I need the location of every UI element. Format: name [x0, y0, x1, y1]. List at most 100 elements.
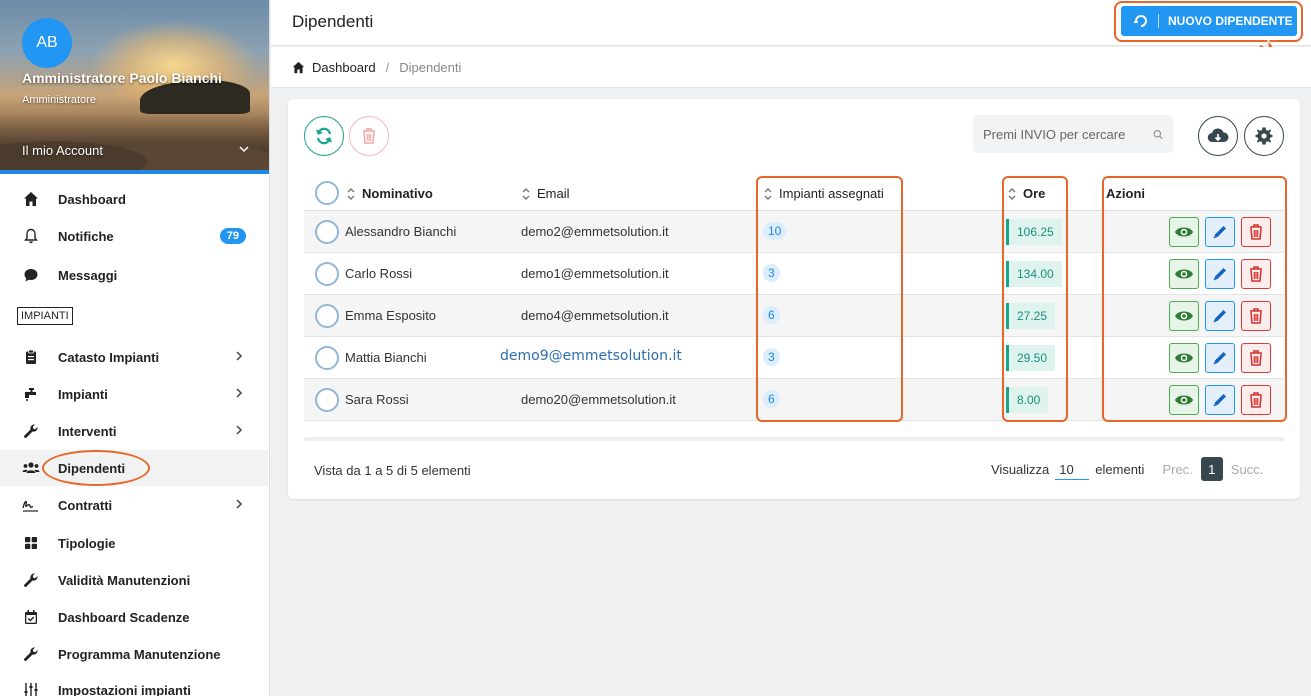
add-user-icon [1134, 15, 1147, 27]
download-button[interactable] [1198, 116, 1238, 156]
view-button[interactable] [1169, 301, 1199, 331]
avatar[interactable]: AB [22, 18, 72, 68]
view-button[interactable] [1169, 343, 1199, 373]
chevron-right-icon [236, 499, 243, 509]
my-account-label: Il mio Account [22, 143, 103, 158]
column-header-email[interactable]: Email [521, 186, 570, 201]
prev-page-button[interactable]: Prec. [1162, 462, 1192, 477]
sidebar-item-label: Impianti [58, 386, 108, 402]
page-size-unit: elementi [1095, 461, 1145, 477]
search-icon [1153, 129, 1163, 139]
delete-button[interactable] [1241, 385, 1271, 415]
profile-name: Amministratore Paolo Bianchi [22, 70, 222, 86]
cell-impianti-badge: 6 [763, 306, 780, 324]
sidebar-item-notifiche[interactable]: Notifiche 79 [0, 218, 268, 254]
section-label-impianti: IMPIANTI [17, 307, 73, 325]
chat-icon [22, 266, 40, 284]
sidebar-item-dipendenti[interactable]: Dipendenti [0, 450, 268, 486]
sidebar-item-programma-manutenzione[interactable]: Programma Manutenzione [0, 636, 268, 672]
breadcrumb-current: Dipendenti [399, 59, 462, 75]
select-all-radio[interactable] [315, 181, 339, 205]
table-row: Sara Rossi demo20@emmetsolution.it 6 8.0… [304, 379, 1284, 421]
pagination-controls: Visualizza elementi Prec. 1 Succ. [991, 457, 1263, 481]
edit-button[interactable] [1205, 343, 1235, 373]
sidebar-item-label: Tipologie [58, 535, 116, 551]
trash-icon [1250, 392, 1262, 408]
row-select-radio[interactable] [315, 262, 339, 286]
trash-icon [1250, 308, 1262, 324]
delete-button[interactable] [1241, 343, 1271, 373]
view-button[interactable] [1169, 259, 1199, 289]
sidebar-item-validita-manutenzioni[interactable]: Validità Manutenzioni [0, 562, 268, 598]
cell-ore-badge: 29.50 [1006, 345, 1056, 371]
page-size-label: Visualizza [991, 461, 1050, 477]
cell-name: Alessandro Bianchi [345, 224, 457, 239]
pen-icon [1213, 226, 1226, 239]
horizontal-scrollbar[interactable] [304, 437, 1284, 441]
sidebar-item-label: Interventi [58, 423, 117, 439]
row-select-radio[interactable] [315, 220, 339, 244]
sidebar: AB Amministratore Paolo Bianchi Amminist… [0, 0, 270, 696]
calendar-check-icon [22, 608, 40, 626]
breadcrumb-dashboard-link[interactable]: Dashboard [312, 60, 376, 75]
edit-button[interactable] [1205, 385, 1235, 415]
delete-button[interactable] [1241, 301, 1271, 331]
column-header-azioni: Azioni [1106, 186, 1145, 201]
row-select-radio[interactable] [315, 304, 339, 328]
row-select-radio[interactable] [315, 346, 339, 370]
refresh-button[interactable] [304, 116, 344, 156]
table-row: Carlo Rossi demo1@emmetsolution.it 3 134… [304, 253, 1284, 295]
eye-icon [1175, 227, 1193, 237]
sidebar-item-dashboard-scadenze[interactable]: Dashboard Scadenze [0, 599, 268, 635]
sidebar-item-impostazioni-impianti[interactable]: Impostazioni impianti [0, 672, 268, 696]
edit-button[interactable] [1205, 301, 1235, 331]
sidebar-item-catasto-impianti[interactable]: Catasto Impianti [0, 339, 268, 375]
table-header: Nominativo Email Impianti assegnati Ore … [304, 177, 1284, 211]
column-header-nominativo[interactable]: Nominativo [346, 186, 433, 201]
page-size-input[interactable] [1055, 458, 1090, 480]
search-input[interactable] [983, 126, 1153, 142]
sidebar-item-tipologie[interactable]: Tipologie [0, 525, 268, 561]
home-icon [22, 190, 40, 208]
cell-email: demo1@emmetsolution.it [521, 266, 669, 281]
search-box [973, 115, 1173, 153]
trash-icon [363, 128, 375, 144]
next-page-button[interactable]: Succ. [1231, 462, 1264, 477]
sidebar-item-messaggi[interactable]: Messaggi [0, 257, 268, 293]
sidebar-item-interventi[interactable]: Interventi [0, 413, 268, 449]
table-row: Alessandro Bianchi demo2@emmetsolution.i… [304, 211, 1284, 253]
cell-name: Emma Esposito [345, 308, 437, 323]
edit-button[interactable] [1205, 217, 1235, 247]
delete-button[interactable] [1241, 217, 1271, 247]
chevron-right-icon [236, 388, 243, 398]
trash-icon [1250, 350, 1262, 366]
bulk-delete-button[interactable] [349, 116, 389, 156]
chevron-right-icon [236, 425, 243, 435]
row-select-radio[interactable] [315, 388, 339, 412]
wrench-icon [22, 571, 40, 589]
view-button[interactable] [1169, 217, 1199, 247]
edit-button[interactable] [1205, 259, 1235, 289]
cell-ore-badge: 106.25 [1006, 219, 1062, 245]
cell-ore-badge: 8.00 [1006, 387, 1049, 413]
settings-button[interactable] [1244, 116, 1284, 156]
sidebar-item-label: Dashboard [58, 191, 126, 207]
notification-count-badge: 79 [219, 228, 246, 244]
pen-icon [1213, 268, 1226, 281]
new-employee-button[interactable]: NUOVO DIPENDENTE [1121, 6, 1297, 36]
column-header-ore[interactable]: Ore [1007, 186, 1045, 201]
sidebar-item-dashboard[interactable]: Dashboard [0, 181, 268, 217]
eye-icon [1175, 311, 1193, 321]
column-header-impianti-assegnati[interactable]: Impianti assegnati [763, 186, 884, 201]
view-button[interactable] [1169, 385, 1199, 415]
sort-icon [347, 187, 355, 200]
delete-button[interactable] [1241, 259, 1271, 289]
cell-ore-badge: 27.25 [1006, 303, 1056, 329]
current-page-button[interactable]: 1 [1200, 457, 1223, 481]
chevron-down-icon [239, 146, 249, 153]
my-account-toggle[interactable]: Il mio Account [22, 143, 250, 158]
eye-icon [1175, 395, 1193, 405]
sidebar-item-impianti[interactable]: Impianti [0, 376, 268, 412]
refresh-icon [316, 127, 332, 145]
sidebar-item-contratti[interactable]: Contratti [0, 487, 268, 523]
